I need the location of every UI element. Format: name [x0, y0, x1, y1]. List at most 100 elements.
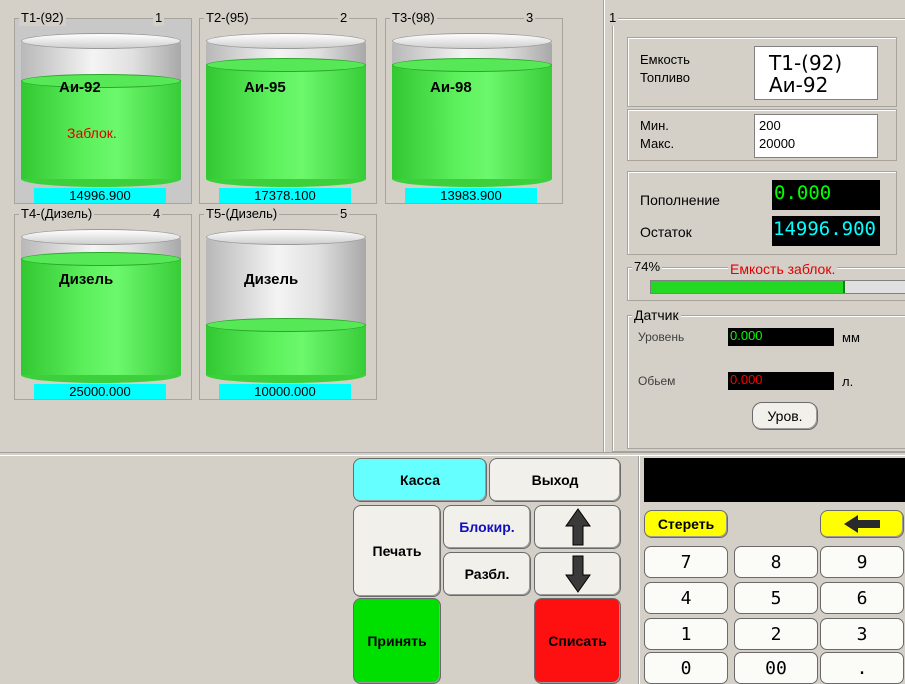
level-button[interactable]: Уров. [752, 402, 818, 430]
tank-liquid-top [21, 74, 181, 88]
tank-fuel-label: Аи-92 [59, 79, 101, 96]
sensor-box: Датчик Уровень 0.000 мм Обьем 0.000 л. У… [627, 307, 905, 449]
key-4[interactable]: 4 [644, 582, 728, 614]
key-00[interactable]: 00 [734, 652, 818, 684]
panel-number: 1 [607, 10, 619, 26]
tank-cylinder [392, 33, 552, 187]
tank-info-panel: 1 Емкость Топливо T1-(92) Аи-92 Мин. Мак… [607, 10, 905, 452]
tank-label: Емкость [640, 52, 690, 67]
tank-liquid-top [206, 318, 366, 332]
fill-progress-bar [650, 280, 905, 294]
tank-title: T2-(95) [204, 10, 251, 26]
level-label: Уровень [638, 330, 685, 344]
key-6[interactable]: 6 [820, 582, 904, 614]
tank-liquid-top [392, 58, 552, 72]
block-button[interactable]: Блокир. [443, 505, 531, 549]
remain-display: 14996.900 [772, 216, 880, 246]
refill-label: Пополнение [640, 192, 720, 208]
max-value: 20000 [759, 136, 796, 151]
tank-panel-t2[interactable]: T2-(95) 2 Аи-95 17378.100 [199, 10, 377, 204]
tank-value: T1-(92) [769, 51, 843, 75]
key-5[interactable]: 5 [734, 582, 818, 614]
tank-fuel-label: Дизель [244, 271, 299, 288]
key-7[interactable]: 7 [644, 546, 728, 578]
tank-cylinder [21, 229, 181, 383]
tank-volume: 10000.000 [219, 384, 351, 399]
unblock-button[interactable]: Разбл. [443, 552, 531, 596]
tank-liquid [206, 65, 366, 179]
tank-panel-t1[interactable]: T1-(92) 1 Аи-92 Заблок. 14996.900 [14, 10, 192, 204]
backspace-button[interactable] [820, 510, 904, 538]
tank-fuel-label: Дизель [59, 271, 114, 288]
remain-label: Остаток [640, 224, 692, 240]
kassa-button[interactable]: Касса [353, 458, 487, 502]
tank-title: T4-(Дизель) [19, 206, 95, 222]
tank-volume: 13983.900 [405, 188, 537, 203]
tank-fuel-box: Емкость Топливо T1-(92) Аи-92 [627, 37, 897, 107]
tank-cylinder [21, 33, 181, 187]
tank-cylinder [206, 33, 366, 187]
tank-number: 4 [151, 206, 163, 222]
tank-grid: T1-(92) 1 Аи-92 Заблок. 14996.900 T2-(95… [0, 0, 603, 452]
min-max-box: Мин. Макс. 200 20000 [627, 109, 897, 161]
volume-label: Обьем [638, 374, 676, 388]
tank-fuel-label: Аи-98 [430, 79, 472, 96]
refill-value: 0.000 [774, 182, 832, 204]
tank-fuel-display: T1-(92) Аи-92 [754, 46, 878, 100]
fill-percent: 74% [632, 259, 663, 275]
tank-title: T5-(Дизель) [204, 206, 280, 222]
key-9[interactable]: 9 [820, 546, 904, 578]
level-value: 0.000 [730, 328, 763, 343]
bottom-divider [0, 452, 905, 456]
key-3[interactable]: 3 [820, 618, 904, 650]
tank-status: Заблок. [67, 125, 117, 141]
volume-value: 0.000 [730, 372, 763, 387]
volume-display: 0.000 [728, 372, 834, 390]
tank-liquid [392, 65, 552, 179]
tank-panel-t3[interactable]: T3-(98) 3 Аи-98 13983.900 [385, 10, 563, 204]
scroll-down-button[interactable] [534, 552, 621, 596]
key-1[interactable]: 1 [644, 618, 728, 650]
writeoff-button[interactable]: Списать [534, 598, 621, 684]
tank-number: 1 [153, 10, 165, 26]
key-0[interactable]: 0 [644, 652, 728, 684]
fill-progress-value [651, 281, 845, 293]
panel-divider [603, 0, 605, 452]
keypad-display [644, 458, 905, 502]
key-dot[interactable]: . [820, 652, 904, 684]
arrow-down-icon [564, 555, 591, 593]
key-2[interactable]: 2 [734, 618, 818, 650]
clear-button[interactable]: Стереть [644, 510, 728, 538]
key-8[interactable]: 8 [734, 546, 818, 578]
fill-level-box: 74% Емкость заблок. [627, 259, 905, 301]
sensor-title: Датчик [632, 307, 681, 323]
tank-liquid [206, 325, 366, 375]
arrow-left-icon [844, 515, 880, 533]
volume-unit: л. [842, 374, 854, 389]
accept-button[interactable]: Принять [353, 598, 441, 684]
tank-number: 3 [524, 10, 536, 26]
arrow-up-icon [564, 508, 591, 546]
balance-box: Пополнение 0.000 Остаток 14996.900 [627, 171, 897, 255]
tank-volume: 25000.000 [34, 384, 166, 399]
tank-volume: 17378.100 [219, 188, 351, 203]
tank-number: 2 [338, 10, 350, 26]
locked-status: Емкость заблок. [728, 261, 838, 277]
tank-fuel-label: Аи-95 [244, 79, 286, 96]
remain-value: 14996.900 [773, 218, 876, 240]
min-label: Мин. [640, 118, 669, 133]
scroll-up-button[interactable] [534, 505, 621, 549]
exit-button[interactable]: Выход [489, 458, 621, 502]
max-label: Макс. [640, 136, 675, 151]
min-value: 200 [759, 118, 781, 133]
tank-panel-t4[interactable]: T4-(Дизель) 4 Дизель 25000.000 [14, 206, 192, 400]
level-display: 0.000 [728, 328, 834, 346]
print-button[interactable]: Печать [353, 505, 441, 597]
tank-title: T1-(92) [19, 10, 66, 26]
tank-cylinder [206, 229, 366, 383]
tank-volume: 14996.900 [34, 188, 166, 203]
fuel-value: Аи-92 [769, 73, 829, 97]
level-unit: мм [842, 330, 860, 345]
tank-panel-t5[interactable]: T5-(Дизель) 5 Дизель 10000.000 [199, 206, 377, 400]
refill-display: 0.000 [772, 180, 880, 210]
